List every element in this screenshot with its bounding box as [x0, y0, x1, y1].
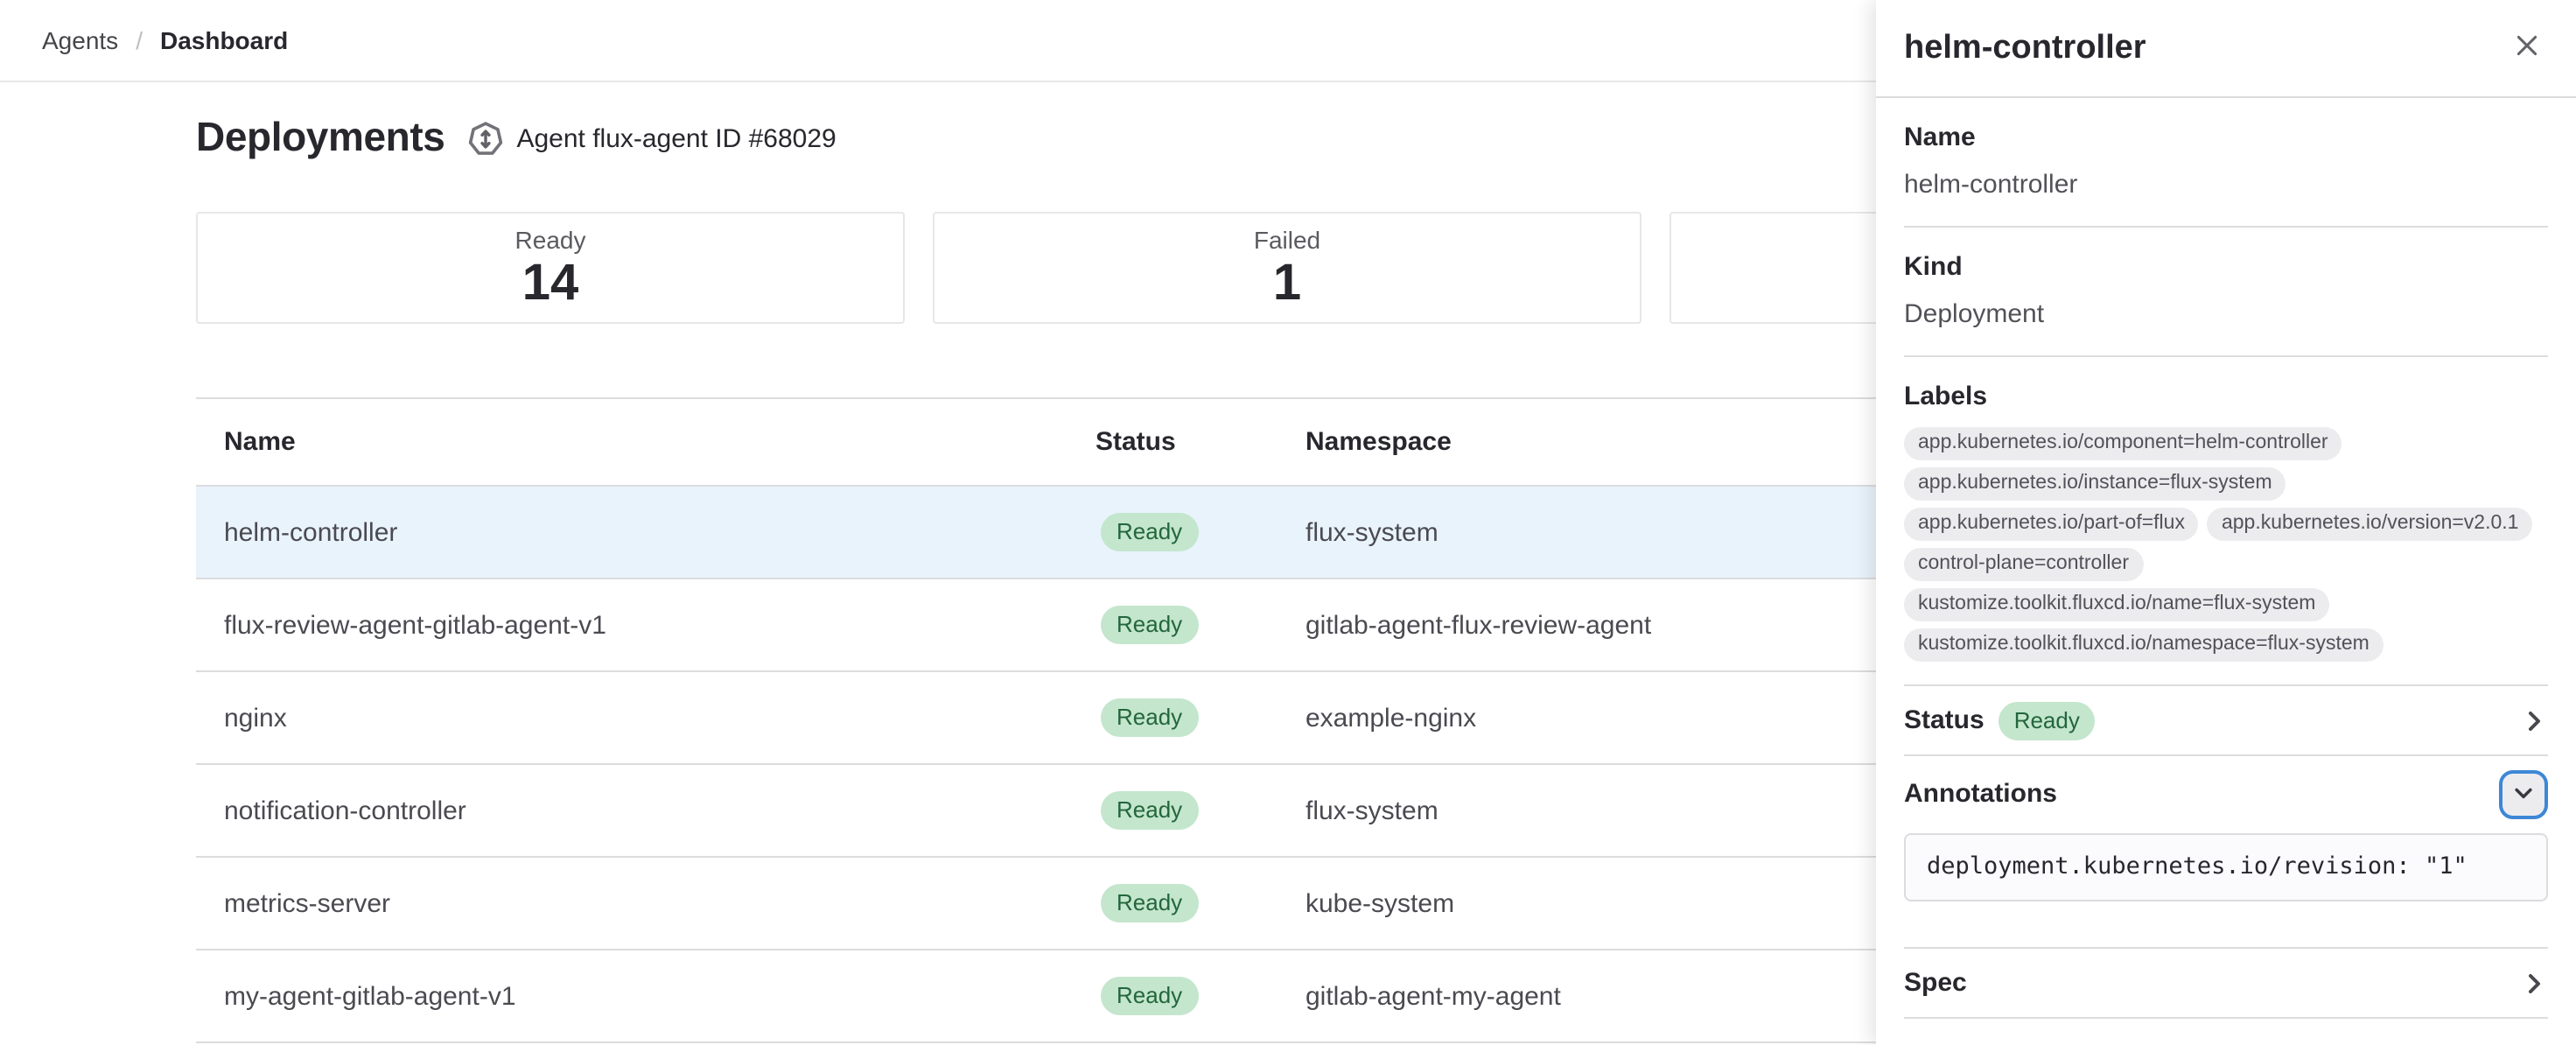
cell-status: Ready [1096, 606, 1306, 644]
status-badge: Ready [1101, 698, 1198, 737]
kubernetes-agent-icon [467, 121, 504, 158]
annotations-code: deployment.kubernetes.io/revision: "1" [1904, 833, 2548, 901]
status-badge: Ready [1998, 701, 2096, 740]
cell-name: my-agent-gitlab-agent-v1 [196, 981, 1096, 1011]
labels-list: app.kubernetes.io/component=helm-control… [1904, 427, 2548, 662]
status-badge: Ready [1101, 513, 1198, 551]
section-heading: Kind [1904, 250, 2548, 285]
resource-kind-value: Deployment [1904, 298, 2548, 333]
summary-card-failed: Failed 1 [933, 212, 1642, 324]
column-header-status: Status [1096, 427, 1306, 457]
label-chip: app.kubernetes.io/version=v2.0.1 [2208, 508, 2533, 541]
drawer-section-spec[interactable]: Spec [1904, 949, 2548, 1017]
agent-label: Agent flux-agent ID #68029 [516, 124, 836, 154]
status-badge: Ready [1101, 606, 1198, 644]
section-heading: Name [1904, 121, 2548, 156]
cell-name: helm-controller [196, 517, 1096, 547]
cell-status: Ready [1096, 698, 1306, 737]
cell-name: metrics-server [196, 888, 1096, 918]
card-value: 1 [1273, 256, 1301, 312]
drawer-section-name: Name helm-controller [1904, 98, 2548, 226]
label-chip: kustomize.toolkit.fluxcd.io/namespace=fl… [1904, 628, 2384, 662]
card-value: 14 [522, 256, 579, 312]
cell-status: Ready [1096, 977, 1306, 1015]
drawer-title: helm-controller [1904, 29, 2146, 67]
agent-info: Agent flux-agent ID #68029 [467, 121, 836, 158]
annotations-collapse-button[interactable] [2499, 770, 2548, 819]
cell-name: flux-review-agent-gitlab-agent-v1 [196, 610, 1096, 640]
section-heading: Labels [1904, 380, 2548, 415]
summary-card-ready: Ready 14 [196, 212, 905, 324]
drawer-section-kind: Kind Deployment [1904, 228, 2548, 355]
cell-status: Ready [1096, 513, 1306, 551]
breadcrumb-item-agents[interactable]: Agents [42, 26, 118, 54]
section-heading: Status [1904, 703, 1984, 738]
chevron-down-icon [2511, 780, 2536, 810]
label-chip: control-plane=controller [1904, 548, 2143, 581]
close-icon [2513, 32, 2541, 65]
page-title: Deployments [196, 113, 444, 160]
divider [1904, 1017, 2548, 1019]
cell-name: notification-controller [196, 796, 1096, 825]
label-chip: app.kubernetes.io/component=helm-control… [1904, 427, 2342, 460]
drawer-section-labels: Labels app.kubernetes.io/component=helm-… [1904, 357, 2548, 684]
drawer-body: Name helm-controller Kind Deployment Lab… [1876, 98, 2576, 1019]
section-heading: Spec [1904, 965, 1967, 1000]
resource-details-drawer: helm-controller Name helm-controller Kin… [1876, 0, 2576, 1045]
drawer-header: helm-controller [1876, 0, 2576, 98]
status-badge: Ready [1101, 977, 1198, 1015]
card-label: Failed [1254, 224, 1320, 256]
card-label: Ready [515, 224, 586, 256]
cell-status: Ready [1096, 791, 1306, 830]
cell-name: nginx [196, 703, 1096, 733]
label-chip: app.kubernetes.io/part-of=flux [1904, 508, 2199, 541]
close-drawer-button[interactable] [2506, 25, 2548, 72]
status-badge: Ready [1101, 791, 1198, 830]
drawer-section-annotations: Annotations deployment.kubernetes.io/rev… [1904, 756, 2548, 901]
resource-name-value: helm-controller [1904, 168, 2548, 203]
status-badge: Ready [1101, 884, 1198, 922]
annotations-header: Annotations [1904, 756, 2548, 819]
label-chip: kustomize.toolkit.fluxcd.io/name=flux-sy… [1904, 588, 2329, 621]
column-header-name: Name [196, 427, 1096, 457]
section-heading: Annotations [1904, 777, 2057, 812]
cell-status: Ready [1096, 884, 1306, 922]
deployments-dashboard: Agents / Dashboard Deployments Agent flu… [0, 0, 2576, 1045]
breadcrumb-item-dashboard: Dashboard [160, 26, 288, 54]
chevron-right-icon [2520, 969, 2548, 997]
drawer-section-status[interactable]: Status Ready [1904, 686, 2548, 754]
label-chip: app.kubernetes.io/instance=flux-system [1904, 467, 2286, 501]
chevron-right-icon [2520, 706, 2548, 734]
breadcrumb-separator: / [136, 26, 143, 54]
